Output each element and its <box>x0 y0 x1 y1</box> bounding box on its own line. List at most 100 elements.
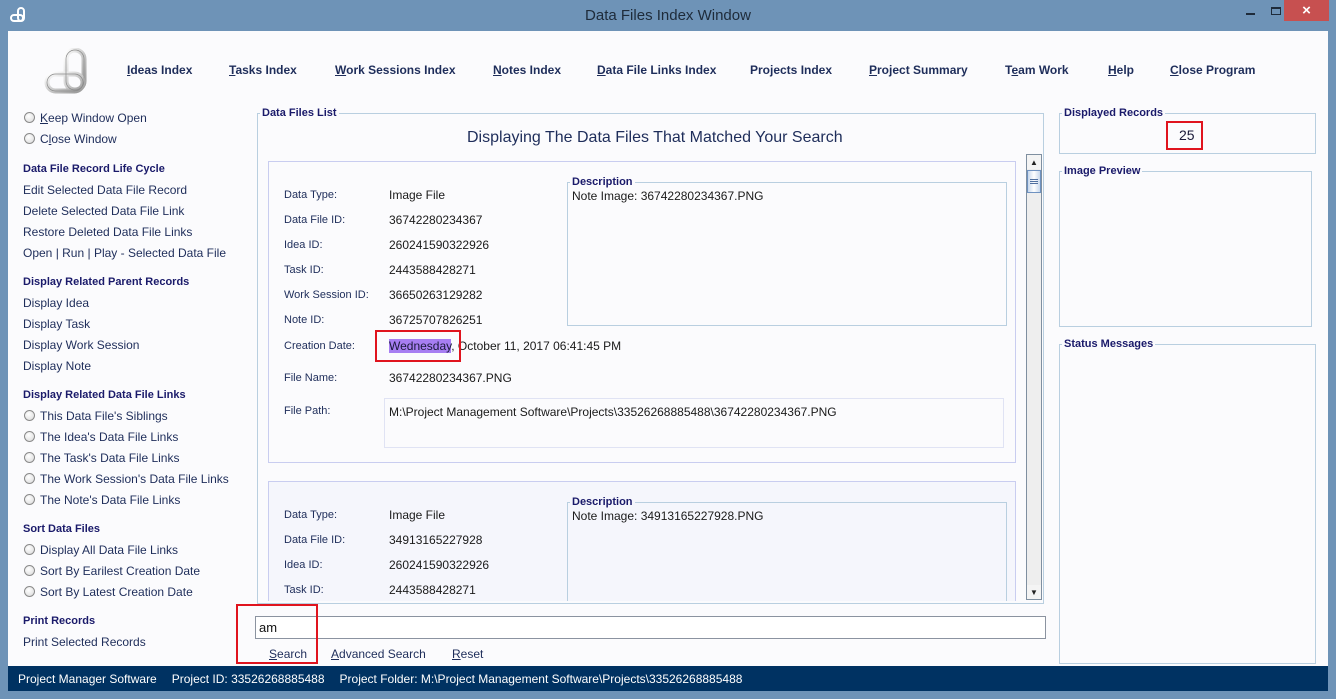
maximize-icon <box>1271 6 1281 15</box>
display-task-link[interactable]: Display Task <box>23 317 90 331</box>
data-type-value: Image File <box>389 508 446 522</box>
siblings-radio[interactable]: This Data File's Siblings <box>23 409 168 423</box>
radio-icon <box>24 133 35 144</box>
close-button[interactable]: × <box>1284 0 1329 21</box>
task-id-value: 2443588428271 <box>389 583 476 597</box>
records-list: Data Type: Image File Data File ID: 3674… <box>268 153 1016 601</box>
image-preview-legend: Image Preview <box>1064 165 1141 177</box>
radio-icon <box>24 565 35 576</box>
task-id-label: Task ID: <box>284 584 324 596</box>
scroll-down-arrow-icon[interactable]: ▼ <box>1027 585 1041 599</box>
data-file-id-value: 34913165227928 <box>389 533 483 547</box>
status-project-id: Project ID: 33526268885488 <box>171 671 325 686</box>
nav-project-summary[interactable]: Project Summary <box>869 63 968 77</box>
sort-heading: Sort Data Files <box>23 523 101 535</box>
app-logo-icon <box>44 48 87 94</box>
work-session-links-radio[interactable]: The Work Session's Data File Links <box>23 472 229 486</box>
scroll-thumb[interactable] <box>1027 170 1041 193</box>
idea-id-value: 260241590322926 <box>389 238 490 252</box>
description-group: Description Note Image: 34913165227928.P… <box>567 496 1007 601</box>
status-project-folder: Project Folder: M:\Project Management So… <box>339 671 743 686</box>
nav-team-work[interactable]: Team Work <box>1005 63 1069 77</box>
minimize-icon <box>1245 12 1255 15</box>
restore-deleted-links[interactable]: Restore Deleted Data File Links <box>23 225 192 239</box>
note-id-label: Note ID: <box>284 314 325 326</box>
radio-icon <box>24 410 35 421</box>
data-file-id-label: Data File ID: <box>284 534 346 546</box>
status-bar: Project Manager Software Project ID: 335… <box>8 666 1328 691</box>
display-work-session-link[interactable]: Display Work Session <box>23 338 139 352</box>
note-links-radio[interactable]: The Note's Data File Links <box>23 493 180 507</box>
results-heading: Displaying The Data Files That Matched Y… <box>467 129 843 146</box>
creation-date-value[interactable]: Wednesday, October 11, 2017 06:41:45 PM <box>389 339 621 353</box>
radio-icon <box>24 452 35 463</box>
print-selected-records-link[interactable]: Print Selected Records <box>23 635 146 649</box>
radio-icon <box>24 544 35 555</box>
radio-icon <box>24 494 35 505</box>
task-links-radio[interactable]: The Task's Data File Links <box>23 451 179 465</box>
description-legend: Description <box>572 176 633 188</box>
keep-window-open-radio[interactable]: Keep Window Open <box>23 111 147 125</box>
data-file-record[interactable]: Data Type: Image File Data File ID: 3491… <box>268 481 1016 601</box>
description-text[interactable]: Note Image: 34913165227928.PNG <box>568 509 1006 523</box>
nav-tasks-index[interactable]: Tasks Index <box>229 63 297 77</box>
idea-id-value: 260241590322926 <box>389 558 490 572</box>
title-bar: Data Files Index Window × <box>0 0 1336 31</box>
display-all-radio[interactable]: Display All Data File Links <box>23 543 178 557</box>
data-type-value: Image File <box>389 188 446 202</box>
display-idea-link[interactable]: Display Idea <box>23 296 89 310</box>
nav-notes-index[interactable]: Notes Index <box>493 63 561 77</box>
sort-earliest-radio[interactable]: Sort By Earilest Creation Date <box>23 564 200 578</box>
file-path-value[interactable]: M:\Project Management Software\Projects\… <box>384 398 1004 448</box>
work-session-id-value: 36650263129282 <box>389 288 483 302</box>
status-messages-group: Status Messages <box>1059 338 1316 664</box>
status-app-name: Project Manager Software <box>18 671 157 686</box>
nav-work-sessions-index[interactable]: Work Sessions Index <box>335 63 456 77</box>
lifecycle-heading: Data File Record Life Cycle <box>23 163 165 175</box>
scroll-up-arrow-icon[interactable]: ▲ <box>1027 155 1041 169</box>
image-preview-group: Image Preview <box>1059 165 1312 327</box>
nav-close-program[interactable]: Close Program <box>1170 63 1255 77</box>
idea-id-label: Idea ID: <box>284 239 323 251</box>
description-text[interactable]: Note Image: 36742280234367.PNG <box>568 189 1006 203</box>
close-window-radio[interactable]: Close Window <box>23 132 117 146</box>
grip-icon <box>1030 179 1038 184</box>
nav-ideas-index[interactable]: Ideas Index <box>127 63 192 77</box>
parents-heading: Display Related Parent Records <box>23 276 190 288</box>
advanced-search-button[interactable]: Advanced Search <box>331 647 426 661</box>
status-messages-legend: Status Messages <box>1064 338 1154 350</box>
close-icon: × <box>1302 2 1311 19</box>
delete-selected-link[interactable]: Delete Selected Data File Link <box>23 204 184 218</box>
task-id-label: Task ID: <box>284 264 324 276</box>
data-type-label: Data Type: <box>284 189 337 201</box>
displayed-records-legend: Displayed Records <box>1064 107 1164 119</box>
radio-icon <box>24 473 35 484</box>
idea-id-label: Idea ID: <box>284 559 323 571</box>
radio-icon <box>24 431 35 442</box>
minimize-button[interactable] <box>1236 0 1264 21</box>
window-client-area: Ideas Index Tasks Index Work Sessions In… <box>8 31 1328 666</box>
selected-text-highlight: Wednesday <box>389 339 452 353</box>
search-input[interactable] <box>255 616 1046 639</box>
search-button[interactable]: Search <box>269 647 307 661</box>
edit-selected-record-link[interactable]: Edit Selected Data File Record <box>23 183 187 197</box>
file-path-label: File Path: <box>284 405 331 417</box>
data-files-list-legend: Data Files List <box>262 107 337 119</box>
data-file-record[interactable]: Data Type: Image File Data File ID: 3674… <box>268 161 1016 463</box>
nav-projects-index[interactable]: Projects Index <box>750 63 832 77</box>
note-id-value: 36725707826251 <box>389 313 483 327</box>
work-session-id-label: Work Session ID: <box>284 289 369 301</box>
file-name-value: 36742280234367.PNG <box>389 371 512 385</box>
nav-help[interactable]: Help <box>1108 63 1134 77</box>
idea-links-radio[interactable]: The Idea's Data File Links <box>23 430 178 444</box>
radio-icon <box>24 586 35 597</box>
nav-data-file-links-index[interactable]: Data File Links Index <box>597 63 716 77</box>
display-note-link[interactable]: Display Note <box>23 359 91 373</box>
radio-icon <box>24 112 35 123</box>
open-selected-data-file[interactable]: Open | Run | Play - Selected Data File <box>23 246 226 260</box>
sort-latest-radio[interactable]: Sort By Latest Creation Date <box>23 585 193 599</box>
data-file-id-value: 36742280234367 <box>389 213 483 227</box>
description-group: Description Note Image: 36742280234367.P… <box>567 176 1007 326</box>
reset-button[interactable]: Reset <box>452 647 483 661</box>
records-scrollbar[interactable]: ▲ ▼ <box>1026 154 1042 600</box>
